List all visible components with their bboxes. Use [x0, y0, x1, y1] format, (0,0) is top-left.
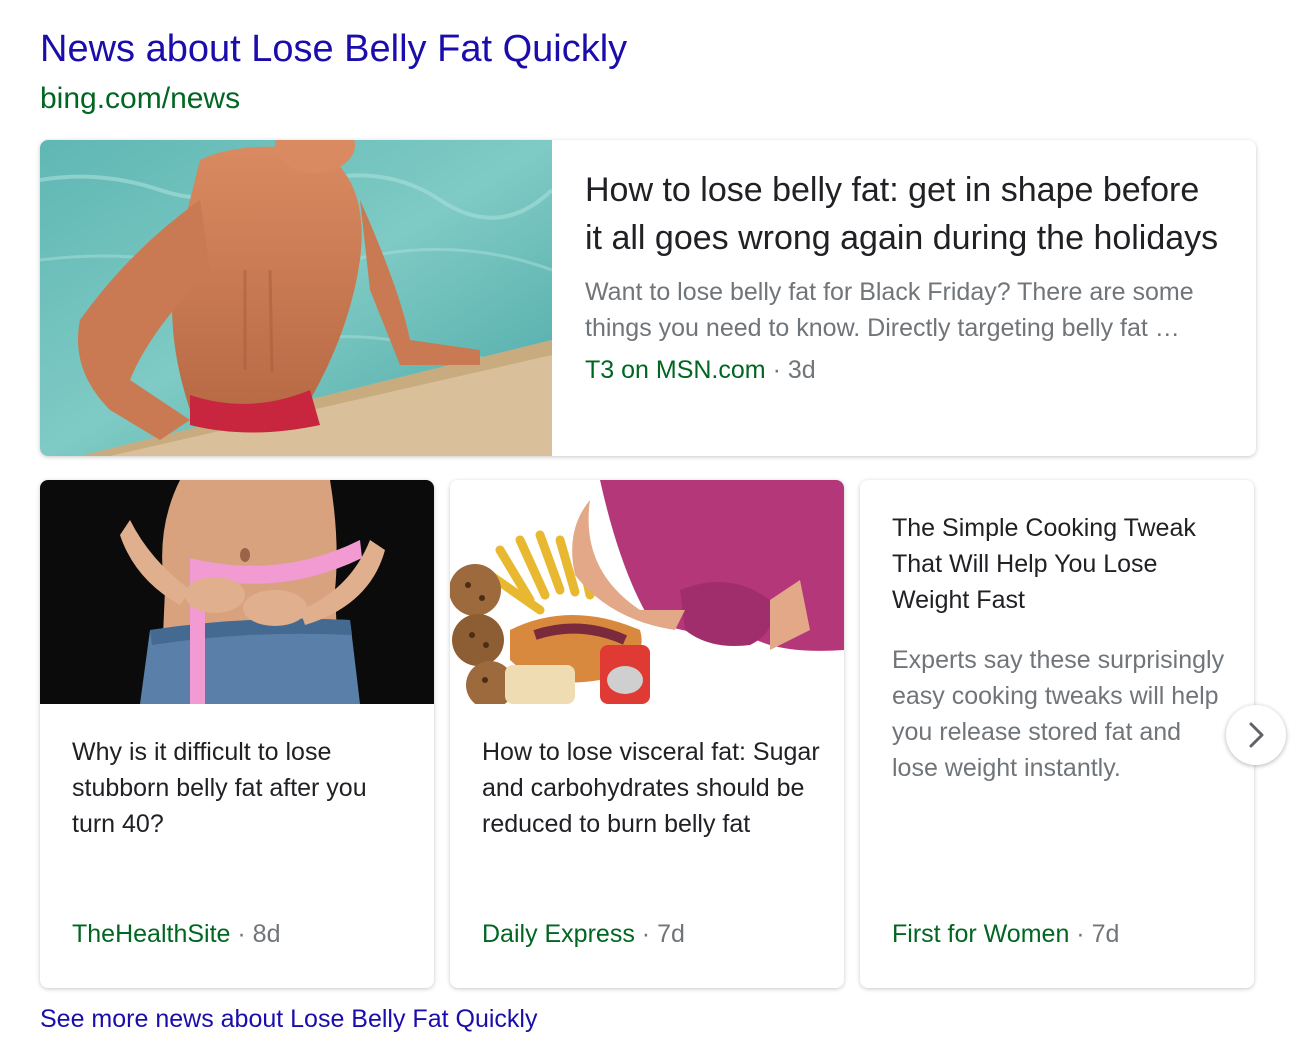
- news-source: Daily Express: [482, 920, 635, 948]
- chevron-right-icon: [1244, 720, 1268, 750]
- featured-news-title[interactable]: How to lose belly fat: get in shape befo…: [585, 166, 1225, 262]
- carousel-next-button[interactable]: [1226, 705, 1286, 765]
- featured-news-image[interactable]: [40, 140, 552, 456]
- news-card-image[interactable]: [450, 480, 844, 704]
- news-card-image[interactable]: [40, 480, 434, 704]
- featured-news-body: How to lose belly fat: get in shape befo…: [585, 166, 1225, 385]
- news-section-title[interactable]: News about Lose Belly Fat Quickly: [40, 28, 627, 71]
- news-source: TheHealthSite: [72, 920, 231, 948]
- news-card-meta: Daily Express · 7d: [482, 920, 685, 949]
- news-card-meta: First for Women · 7d: [892, 920, 1119, 949]
- news-source: First for Women: [892, 920, 1070, 948]
- news-age: 8d: [252, 920, 281, 948]
- featured-news-card[interactable]: How to lose belly fat: get in shape befo…: [40, 140, 1256, 456]
- meta-separator: ·: [641, 920, 651, 948]
- news-card-title[interactable]: The Simple Cooking Tweak That Will Help …: [892, 510, 1232, 618]
- meta-separator: ·: [237, 920, 246, 948]
- news-age: 7d: [1091, 920, 1120, 948]
- news-age: 3d: [787, 356, 816, 384]
- see-more-news-link[interactable]: See more news about Lose Belly Fat Quick…: [40, 1005, 537, 1034]
- featured-news-snippet: Want to lose belly fat for Black Friday?…: [585, 278, 1194, 342]
- news-age: 7d: [657, 920, 685, 948]
- news-card-title[interactable]: Why is it difficult to lose stubborn bel…: [72, 734, 412, 842]
- meta-separator: ·: [772, 356, 781, 384]
- news-source: T3 on MSN.com: [585, 356, 766, 384]
- news-card-meta: TheHealthSite · 8d: [72, 920, 280, 949]
- news-card-2[interactable]: How to lose visceral fat: Sugar and carb…: [450, 480, 844, 988]
- news-card-3[interactable]: The Simple Cooking Tweak That Will Help …: [860, 480, 1254, 988]
- meta-separator: ·: [1076, 920, 1085, 948]
- news-source-url: bing.com/news: [40, 82, 241, 115]
- news-card-title[interactable]: How to lose visceral fat: Sugar and carb…: [482, 734, 822, 842]
- featured-news-meta: T3 on MSN.com · 3d: [585, 356, 1225, 385]
- news-card-snippet: Experts say these surprisingly easy cook…: [892, 646, 1225, 782]
- news-card-1[interactable]: Why is it difficult to lose stubborn bel…: [40, 480, 434, 988]
